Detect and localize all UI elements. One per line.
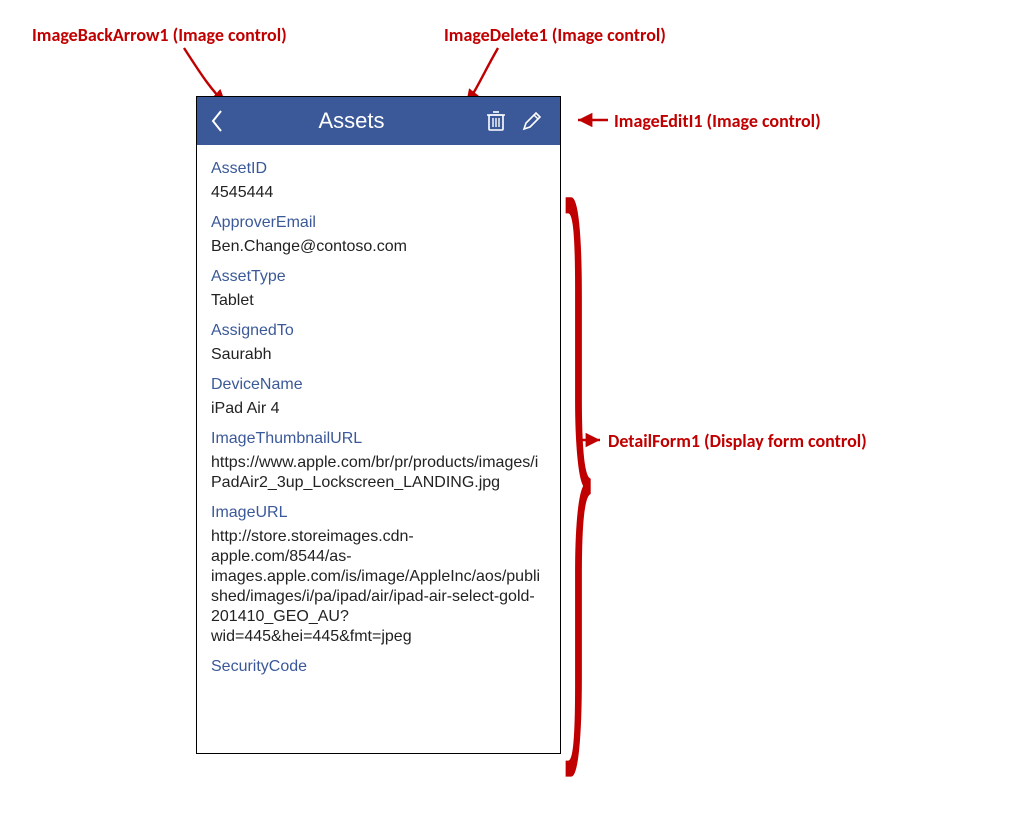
edit-button[interactable] [514, 97, 550, 145]
annotation-back-arrow: ImageBackArrow1 (Image control) [32, 24, 287, 46]
field-value: http://store.storeimages.cdn-apple.com/8… [211, 523, 546, 647]
app-screen: Assets AssetID 4545444 ApproverEmail [196, 96, 561, 754]
field-value: Ben.Change@contoso.com [211, 233, 546, 257]
annotation-detail-form: DetailForm1 (Display form control) [602, 430, 867, 452]
field-value: 4545444 [211, 179, 546, 203]
field-label: DeviceName [211, 375, 546, 395]
annotation-edit: ImageEditI1 (Image control) [574, 110, 821, 132]
annotation-edit-text: ImageEditI1 (Image control) [614, 110, 821, 132]
field-label: ImageThumbnailURL [211, 429, 546, 449]
field-label: SecurityCode [211, 657, 546, 677]
field-label: AssetType [211, 267, 546, 287]
field-row: AssetID 4545444 [211, 149, 546, 203]
chevron-left-icon [209, 109, 225, 133]
field-row: AssignedTo Saurabh [211, 311, 546, 365]
detail-form: AssetID 4545444 ApproverEmail Ben.Change… [197, 145, 560, 754]
arrow-icon [580, 432, 604, 452]
field-row: ApproverEmail Ben.Change@contoso.com [211, 203, 546, 257]
field-value: iPad Air 4 [211, 395, 546, 419]
field-row: ImageThumbnailURL https://www.apple.com/… [211, 419, 546, 493]
page-title: Assets [225, 108, 478, 134]
field-label: AssetID [211, 159, 546, 179]
trash-icon [486, 110, 506, 132]
annotation-delete: ImageDelete1 (Image control) [444, 24, 666, 46]
field-row: ImageURL http://store.storeimages.cdn-ap… [211, 493, 546, 647]
field-label: ImageURL [211, 503, 546, 523]
field-row: SecurityCode [211, 647, 546, 681]
field-value: https://www.apple.com/br/pr/products/ima… [211, 449, 546, 493]
field-value [211, 677, 546, 681]
annotation-back-arrow-text: ImageBackArrow1 (Image control) [32, 24, 287, 46]
annotation-detail-form-text: DetailForm1 (Display form control) [608, 430, 867, 452]
field-label: AssignedTo [211, 321, 546, 341]
field-label: ApproverEmail [211, 213, 546, 233]
field-row: DeviceName iPad Air 4 [211, 365, 546, 419]
field-value: Tablet [211, 287, 546, 311]
delete-button[interactable] [478, 97, 514, 145]
field-value: Saurabh [211, 341, 546, 365]
pencil-icon [522, 111, 542, 131]
field-row: AssetType Tablet [211, 257, 546, 311]
annotation-delete-text: ImageDelete1 (Image control) [444, 24, 666, 46]
header-bar: Assets [197, 97, 560, 145]
